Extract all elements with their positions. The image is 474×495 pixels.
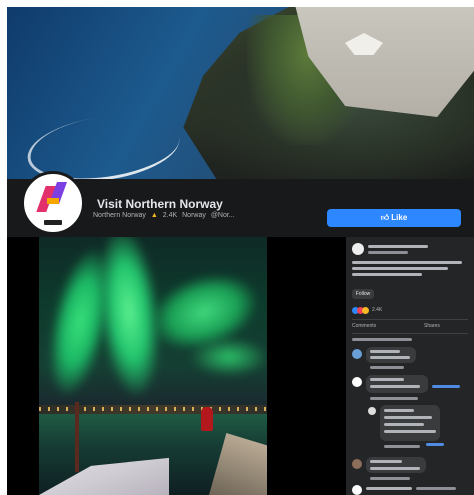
comment-link[interactable]	[432, 385, 460, 388]
reply-actions[interactable]	[384, 445, 420, 448]
comment-actions[interactable]	[370, 477, 410, 480]
reply-reaction[interactable]	[426, 443, 444, 446]
comment-text	[370, 378, 404, 381]
logo-stripe	[47, 198, 59, 204]
commenter-avatar[interactable]	[352, 349, 362, 359]
page-title[interactable]: Visit Northern Norway	[97, 197, 223, 211]
photo-viewer	[7, 237, 346, 495]
comment-actions[interactable]	[370, 397, 418, 400]
comment-text	[370, 460, 402, 463]
reply-text	[384, 409, 414, 412]
page-avatar[interactable]	[21, 171, 85, 235]
town-lights	[39, 407, 267, 411]
wow-reaction-icon	[362, 307, 369, 314]
poster-name[interactable]	[368, 245, 428, 248]
pier-post	[75, 402, 79, 472]
meta-category: Northern Norway	[93, 212, 146, 219]
comment-text	[370, 356, 410, 359]
like-button-label: Like	[391, 213, 408, 222]
reply-avatar[interactable]	[368, 407, 376, 415]
aurora-band	[189, 337, 267, 377]
logo-badge	[44, 220, 62, 225]
comment-actions[interactable]	[370, 366, 404, 369]
post-time	[368, 251, 408, 254]
like-count-icon: ▲	[150, 212, 158, 219]
post-text	[352, 261, 462, 264]
comment-text	[370, 350, 400, 353]
comments-count[interactable]: Comments	[352, 323, 376, 329]
comment-text	[366, 487, 412, 490]
cover-photo[interactable]	[7, 7, 474, 179]
comment-text	[370, 385, 420, 388]
comments-sidebar: Follow 2.4K Comments Shares	[346, 237, 474, 495]
reply-text	[384, 423, 424, 426]
shares-count[interactable]: Shares	[424, 323, 440, 329]
surf-line	[23, 106, 184, 179]
reply-text	[384, 416, 432, 419]
aurora-photo[interactable]	[39, 237, 267, 495]
follow-button[interactable]: Follow	[352, 289, 374, 299]
page-header: Visit Northern Norway Northern Norway ▲ …	[7, 171, 474, 237]
commenter-avatar[interactable]	[352, 377, 362, 387]
commenter-avatar[interactable]	[352, 485, 362, 495]
like-button[interactable]: 👍︎ Like	[327, 209, 461, 227]
reaction-count[interactable]: 2.4K	[372, 307, 382, 313]
divider	[352, 333, 468, 334]
meta-likes: 2.4K	[162, 212, 178, 219]
thumbs-up-icon: 👍︎	[380, 213, 392, 222]
person-red-jacket	[201, 407, 213, 431]
commenter-avatar[interactable]	[352, 459, 362, 469]
poster-avatar[interactable]	[352, 243, 364, 255]
divider	[352, 319, 468, 320]
page-meta: Northern Norway ▲ 2.4K Norway @Nor...	[93, 212, 238, 219]
comment-actions[interactable]	[416, 487, 456, 490]
meta-location: Norway	[182, 212, 206, 219]
post-text	[352, 273, 422, 276]
comment-text	[370, 467, 420, 470]
meta-handle: @Nor...	[210, 212, 235, 219]
sort-filter[interactable]	[352, 338, 412, 341]
post-text	[352, 267, 448, 270]
reply-text	[384, 430, 436, 433]
